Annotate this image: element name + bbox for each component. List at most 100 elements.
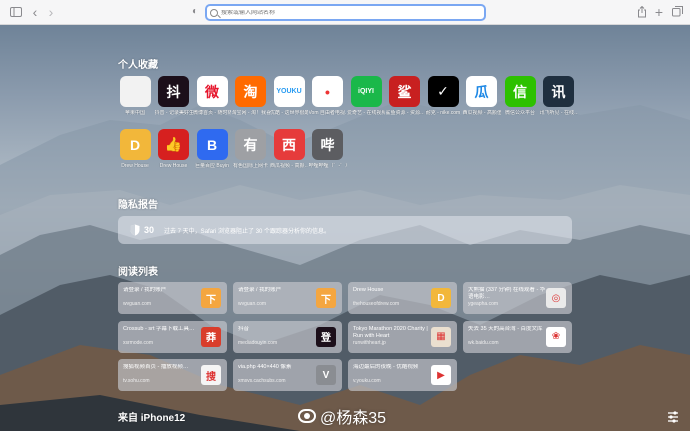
- favorite-item[interactable]: ✓ 耐克 - nike.com: [424, 76, 462, 116]
- favorite-icon: B: [196, 129, 228, 160]
- favorite-item[interactable]: • Vom 自由者电视…: [309, 76, 347, 116]
- favorite-item[interactable]: YOUKU 优酷 - 这世界很酷: [270, 76, 308, 116]
- search-input[interactable]: [221, 9, 471, 16]
- reading-list-item[interactable]: 搜狐视频首页 - 播放视频… tv.sohu.com 搜: [118, 359, 227, 391]
- reading-item-url: wvguan.com: [238, 301, 267, 307]
- favorite-icon: D: [119, 129, 151, 160]
- address-bar[interactable]: [205, 4, 486, 21]
- reading-item-title: 大熊猫 (337 分钟) 在线观看 - 华语电影…: [468, 287, 546, 300]
- reading-item-url: tv.sohu.com: [123, 378, 150, 384]
- customize-settings-icon[interactable]: [666, 410, 680, 424]
- tabs-overview-icon[interactable]: [671, 4, 683, 20]
- reading-list-item[interactable]: via.php 440×440 像素 xmsvs.cachsubs.com V: [233, 359, 342, 391]
- from-iphone-title: 来自 iPhone12: [118, 413, 186, 424]
- tracker-count: 30: [144, 225, 155, 235]
- favorite-icon: 👍: [158, 129, 189, 160]
- reading-item-title: 失去 35 天的高台湾 - 百度文库: [468, 325, 543, 332]
- reading-item-title: Tokyo Marathon 2020 Charity | Run with H…: [353, 325, 428, 339]
- favorite-icon: 抖: [158, 76, 189, 107]
- reading-item-thumbnail: 莽: [201, 326, 221, 347]
- favorite-item[interactable]: 👍 Drew House: [155, 129, 193, 169]
- favorite-label: 微博首页 - 随时随地…: [193, 110, 231, 116]
- favorite-item[interactable]: D Drew House: [116, 129, 154, 169]
- favorite-icon: 信: [504, 76, 536, 107]
- back-icon[interactable]: ‹: [30, 4, 40, 20]
- favorite-label: 抖音 - 记录美好生活: [154, 110, 193, 116]
- favorite-label: Vom 自由者电视…: [308, 110, 347, 116]
- reading-list-item[interactable]: 请登录 / 我的账户 wvguan.com 下: [233, 282, 342, 314]
- reading-item-url: wk.baidu.com: [468, 339, 499, 346]
- sidebar-icon[interactable]: [9, 4, 22, 20]
- reading-list-item[interactable]: 大熊猫 (337 分钟) 在线观看 - 华语电影… ygeapha.com ◎: [463, 282, 572, 314]
- reading-item-url: xsrmode.com: [123, 339, 154, 346]
- reading-list-item[interactable]: 请登录 / 我的账户 wvguan.com 下: [118, 282, 227, 314]
- favorite-icon: 瓜: [466, 76, 497, 107]
- favorite-label: 耐克 - nike.com: [425, 110, 461, 116]
- reading-item-title: 请登录 / 我的账户: [238, 287, 282, 293]
- weibo-logo-icon: [298, 409, 316, 423]
- favorite-item[interactable]: 瓜西瓜视频 - 高颜值…: [463, 76, 501, 116]
- favorite-label: 优酷 - 这世界很酷: [270, 110, 308, 116]
- reading-list-item[interactable]: Crossub - srt 字幕下载工具… xsrmode.com 莽: [118, 320, 227, 353]
- reading-list-item[interactable]: Drew House thehouseofdrew.com D: [348, 282, 457, 314]
- reading-item-thumbnail: 登: [316, 326, 336, 347]
- favorite-icon: 哔: [312, 129, 343, 160]
- favorite-icon: 微: [196, 76, 228, 107]
- reading-item-thumbnail: ❀: [546, 326, 566, 347]
- favorite-item[interactable]: iQIYI 爱奇艺 - 在线视频…: [347, 76, 385, 116]
- reading-item-title: 搜狐视频首页 - 播放视频…: [123, 364, 189, 370]
- reading-item-thumbnail: ◎: [546, 288, 566, 308]
- reading-item-thumbnail: V: [316, 365, 336, 385]
- reading-item-title: 抖音: [238, 325, 250, 332]
- privacy-report-card[interactable]: 30 过去 7 天中，Safari 浏览器阻止了 30 个跟踪器分析你的信息。: [118, 216, 572, 244]
- favorite-item[interactable]: 讯讯飞听见 - 在线…: [540, 76, 578, 116]
- favorite-icon: •: [312, 76, 343, 107]
- privacy-report-icon[interactable]: ◐: [189, 4, 201, 20]
- favorite-item[interactable]: 哔哔哩哔哩（゜-゜）…: [309, 129, 347, 169]
- reading-item-url: wvguan.com: [123, 301, 152, 307]
- reading-item-thumbnail: ▦: [431, 326, 451, 347]
- reading-item-url: xmsvs.cachsubs.com: [238, 378, 286, 384]
- favorite-icon: 讯: [543, 76, 574, 107]
- reading-list-item[interactable]: 抖音 mediadouyin.com 登: [233, 320, 342, 353]
- favorite-icon: 有: [235, 129, 266, 160]
- reading-item-url: runwithheart.jp: [353, 339, 386, 346]
- share-icon[interactable]: [636, 4, 648, 20]
- reading-list-item[interactable]: Tokyo Marathon 2020 Charity | Run with H…: [348, 320, 457, 353]
- weibo-watermark: @杨森35: [298, 404, 386, 428]
- reading-item-title: via.php 440×440 像素: [238, 364, 292, 370]
- favorite-label: 哔哩哔哩（゜-゜）…: [308, 163, 347, 169]
- favorite-icon: 淘: [235, 76, 266, 107]
- favorite-item[interactable]: 西西瓜视频 - 高颜…: [270, 129, 308, 169]
- favorite-item[interactable]: B 巨量百应 Buyin: [193, 129, 231, 169]
- favorite-icon: ✓: [427, 76, 459, 107]
- favorite-item[interactable]: 抖抖音 - 记录美好生活: [155, 76, 193, 116]
- watermark-text: @杨森35: [320, 410, 387, 427]
- new-tab-icon[interactable]: +: [653, 4, 665, 20]
- favorite-item[interactable]: 有有色国际上网卡: [232, 129, 270, 169]
- favorite-item[interactable]: 信微信公众平台: [501, 76, 539, 116]
- favorite-icon: [119, 76, 151, 107]
- reading-item-thumbnail: 搜: [201, 365, 221, 385]
- favorite-label: 西瓜视频 - 高颜值…: [462, 110, 501, 116]
- favorite-item[interactable]: 微微博首页 - 随时随地…: [193, 76, 231, 116]
- favorite-item[interactable]: 淘淘宝网 - 淘！我喜欢: [232, 76, 270, 116]
- favorite-label: 有色国际上网卡: [232, 163, 268, 169]
- favorite-label: 西瓜视频 - 高颜…: [270, 163, 308, 169]
- reading-list-item[interactable]: 海边最后的夜晚 - 优酷视频 v.youku.com ▶: [348, 359, 457, 391]
- reading-item-title: Drew House: [353, 287, 384, 293]
- shield-icon: [130, 224, 140, 236]
- favorites-title: 个人收藏: [118, 60, 158, 71]
- forward-icon[interactable]: ›: [46, 4, 56, 20]
- favorite-label: 鲨鱼资源 - 资源…: [385, 110, 424, 116]
- favorite-icon: 西: [273, 129, 305, 160]
- reading-item-title: 海边最后的夜晚 - 优酷视频: [353, 364, 419, 370]
- favorite-item[interactable]: 苹果中国: [116, 76, 154, 116]
- favorite-label: 淘宝网 - 淘！我喜欢: [231, 110, 270, 116]
- favorite-label: 爱奇艺 - 在线视频…: [347, 110, 385, 116]
- reading-list-item[interactable]: 失去 35 天的高台湾 - 百度文库 wk.baidu.com ❀: [463, 320, 572, 353]
- search-icon: [210, 8, 218, 17]
- reading-item-thumbnail: 下: [201, 288, 221, 308]
- browser-toolbar: ‹ › ◐ +: [0, 0, 690, 25]
- favorite-item[interactable]: 鲨鲨鱼资源 - 资源…: [386, 76, 424, 116]
